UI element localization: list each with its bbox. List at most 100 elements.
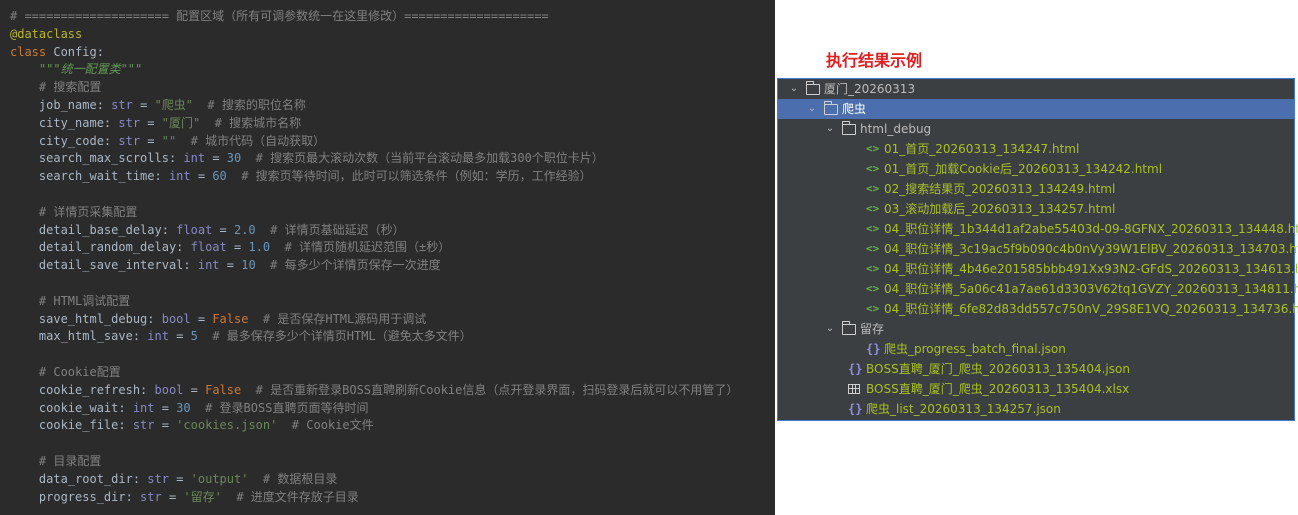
code-token: class: [10, 44, 54, 59]
code-token: str: [118, 115, 141, 130]
code-line: cookie_wait: int = 30 # 登录BOSS直聘页面等待时间: [10, 400, 775, 418]
code-token: str: [140, 489, 162, 504]
code-token: 'cookies.json': [176, 418, 278, 433]
code-line: # Cookie配置: [10, 364, 775, 382]
code-line: @dataclass: [10, 26, 775, 44]
code-token: int: [147, 329, 169, 344]
spreadsheet-file-icon: [848, 384, 860, 394]
tree-item-label: 留存: [860, 322, 885, 336]
chevron-down-icon[interactable]: ⌄: [824, 319, 836, 339]
code-token: Config:: [53, 44, 104, 59]
code-token: int: [197, 258, 220, 273]
folder-icon: [841, 321, 856, 335]
tree-file[interactable]: <> 02_搜索结果页_20260313_134249.html: [778, 179, 1294, 199]
tree-file[interactable]: <> 04_职位详情_4b46e201585bbb491Xx93N2-GFdS_2…: [778, 259, 1298, 279]
tree-folder[interactable]: ⌄ 爬虫: [778, 99, 1294, 119]
tree-file[interactable]: {} 爬虫_progress_batch_final.json: [778, 339, 1294, 359]
code-token: # 城市代码（自动获取）: [176, 133, 326, 148]
code-token: =: [190, 169, 213, 184]
code-token: cookie_refresh: [10, 382, 141, 397]
html-file-icon: <>: [866, 262, 880, 275]
code-token: 10: [241, 258, 256, 273]
code-token: =: [168, 329, 191, 344]
code-line: max_html_save: int = 5 # 最多保存多少个详情页HTML（…: [10, 328, 775, 346]
code-token: # 搜索配置: [10, 80, 102, 95]
code-token: cookie_file: [10, 418, 119, 433]
tree-item-label: 爬虫_list_20260313_134257.json: [866, 402, 1061, 416]
code-token: =: [154, 418, 177, 433]
code-token: :: [132, 471, 148, 486]
tree-item-label: 04_职位详情_3c19ac5f9b090c4b0nVy39W1ElBV_202…: [884, 242, 1298, 256]
code-token: "": [161, 133, 177, 148]
code-token: :: [183, 258, 198, 273]
code-token: :: [125, 489, 141, 504]
code-token: # 最多保存多少个详情页HTML（避免太多文件）: [197, 329, 472, 344]
code-token: :: [140, 382, 155, 397]
code-line: city_name: str = "厦门" # 搜索城市名称: [10, 115, 775, 133]
code-line: # HTML调试配置: [10, 293, 775, 311]
code-token: # 搜索城市名称: [200, 115, 302, 130]
code-token: :: [176, 240, 191, 255]
code-token: :: [161, 222, 177, 237]
code-token: # 数据根目录: [248, 471, 338, 486]
tree-item-label: html_debug: [860, 122, 932, 136]
tree-file[interactable]: <> 01_首页_20260313_134247.html: [778, 139, 1294, 159]
tree-file[interactable]: <> 01_首页_加载Cookie后_20260313_134242.html: [778, 159, 1294, 179]
code-token: search_max_scrolls: [10, 151, 169, 166]
code-line: class Config:: [10, 44, 775, 62]
result-title: 执行结果示例: [826, 51, 923, 70]
tree-file[interactable]: <> 04_职位详情_5a06c41a7ae61d3303V62tq1GVZY_2…: [778, 279, 1298, 299]
tree-item-label: 02_搜索结果页_20260313_134249.html: [884, 182, 1116, 196]
tree-item-label: 04_职位详情_6fe82d83dd557c750nV_29S8E1VQ_202…: [884, 302, 1298, 316]
code-token: # 登录BOSS直聘页面等待时间: [190, 400, 369, 415]
code-token: """统一配置类""": [38, 62, 143, 77]
code-token: :: [118, 400, 133, 415]
tree-item-label: 厦门_20260313: [824, 82, 916, 96]
folder-icon: [823, 101, 838, 115]
code-line: # 目录配置: [10, 453, 775, 471]
tree-item-label: 04_职位详情_5a06c41a7ae61d3303V62tq1GVZY_202…: [884, 282, 1298, 296]
code-token: # HTML调试配置: [10, 293, 131, 308]
tree-folder[interactable]: ⌄ 厦门_20260313: [778, 79, 1294, 99]
tree-folder[interactable]: ⌄ html_debug: [778, 119, 1294, 139]
html-file-icon: <>: [866, 202, 880, 215]
chevron-down-icon[interactable]: ⌄: [806, 99, 818, 119]
code-token: str: [118, 133, 141, 148]
code-token: detail_random_delay: [10, 240, 177, 255]
code-token: =: [154, 400, 177, 415]
code-line: detail_base_delay: float = 2.0 # 详情页基础延迟…: [10, 222, 775, 240]
code-editor[interactable]: # ==================== 配置区域（所有可调参数统一在这里修…: [0, 0, 775, 515]
code-token: 30: [226, 151, 242, 166]
tree-file[interactable]: <> 04_职位详情_3c19ac5f9b090c4b0nVy39W1ElBV_2…: [778, 239, 1298, 259]
code-token: 30: [176, 400, 191, 415]
chevron-down-icon[interactable]: ⌄: [824, 119, 836, 139]
code-token: # 是否保存HTML源码用于调试: [248, 311, 427, 326]
tree-file[interactable]: <> 04_职位详情_6fe82d83dd557c750nV_29S8E1VQ_2…: [778, 299, 1298, 319]
folder-icon: [805, 81, 820, 95]
code-line: # 搜索配置: [10, 79, 775, 97]
code-token: # 详情页采集配置: [10, 204, 138, 219]
html-file-icon: <>: [866, 222, 880, 235]
code-token: float: [176, 222, 213, 237]
code-token: :: [103, 115, 119, 130]
tree-file[interactable]: <> 03_滚动加载后_20260313_134257.html: [778, 199, 1294, 219]
tree-file[interactable]: <> 04_职位详情_1b344d1af2abe55403d-09-8GFNX_2…: [778, 219, 1298, 239]
tree-item-label: BOSS直聘_厦门_爬虫_20260313_135404.json: [866, 362, 1130, 376]
code-line: data_root_dir: str = 'output' # 数据根目录: [10, 471, 775, 489]
tree-file[interactable]: {} BOSS直聘_厦门_爬虫_20260313_135404.json: [778, 359, 1294, 379]
tree-file[interactable]: BOSS直聘_厦门_爬虫_20260313_135404.xlsx: [778, 379, 1294, 399]
code-line: save_html_debug: bool = False # 是否保存HTML…: [10, 311, 775, 329]
code-token: city_code: [10, 133, 104, 148]
html-file-icon: <>: [866, 282, 880, 295]
code-token: :: [154, 169, 169, 184]
html-file-icon: <>: [866, 142, 880, 155]
tree-folder[interactable]: ⌄ 留存: [778, 319, 1294, 339]
chevron-down-icon[interactable]: ⌄: [788, 79, 800, 99]
project-file-tree[interactable]: ⌄ 厦门_20260313 ⌄ 爬虫 ⌄ html_debug <> 01_首页_202603…: [777, 78, 1298, 421]
tree-file[interactable]: {} 爬虫_list_20260313_134257.json: [778, 399, 1294, 419]
code-token: int: [183, 151, 206, 166]
code-token: data_root_dir: [10, 471, 133, 486]
